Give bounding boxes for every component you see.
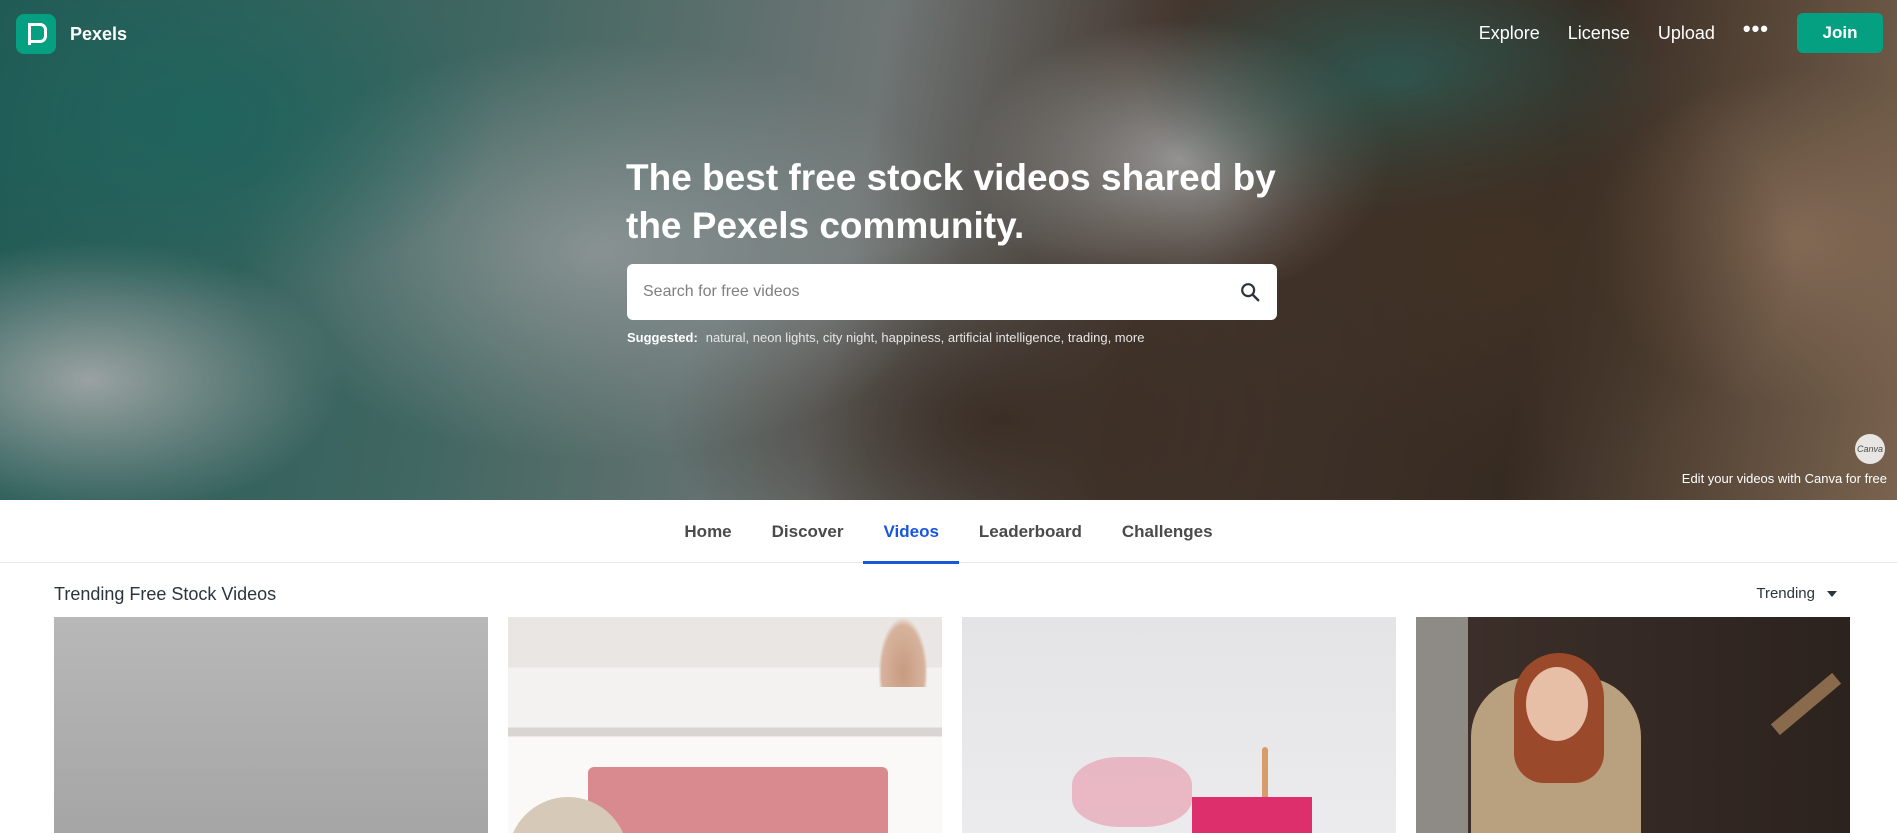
video-thumbnail[interactable] [962,617,1396,833]
thumbnail-detail [588,767,888,833]
video-thumbnail[interactable] [54,617,488,833]
top-navigation: Pexels Explore License Upload ••• Join [0,0,1897,68]
chevron-down-icon [1827,590,1837,597]
thumbnail-detail [878,617,928,687]
tab-challenges[interactable]: Challenges [1102,500,1233,563]
thumbnail-detail [1072,757,1192,827]
canva-caption[interactable]: Edit your videos with Canva for free [1682,471,1887,486]
search-icon[interactable] [1239,281,1261,303]
thumbnail-detail [1192,797,1312,833]
nav-links: Explore License Upload ••• Join [1479,13,1883,53]
brand-name: Pexels [70,23,128,44]
more-horizontal-icon[interactable]: ••• [1743,16,1769,42]
suggested-list[interactable]: natural, neon lights, city night, happin… [706,330,1145,345]
video-grid [54,617,1850,833]
tab-leaderboard[interactable]: Leaderboard [959,500,1102,563]
suggested-label: Suggested: [627,330,698,345]
search-bar [627,264,1277,320]
sort-dropdown[interactable]: Trending [1756,585,1837,602]
suggested-searches: Suggested: natural, neon lights, city ni… [627,330,1144,345]
hero-overlay [0,0,1897,500]
video-thumbnail[interactable] [508,617,942,833]
sort-label: Trending [1756,585,1815,602]
hero-banner: Pexels Explore License Upload ••• Join T… [0,0,1897,500]
hero-title: The best free stock videos shared by the… [626,157,1276,246]
join-button[interactable]: Join [1797,13,1883,53]
nav-upload[interactable]: Upload [1658,23,1715,44]
canva-logo-icon[interactable]: Canva [1855,434,1885,464]
logo[interactable]: Pexels [16,14,127,54]
nav-license[interactable]: License [1568,23,1630,44]
search-input[interactable] [643,264,1223,320]
section-title: Trending Free Stock Videos [54,584,277,604]
thumbnail-detail [1770,672,1842,736]
thumbnail-detail [1526,667,1588,741]
video-thumbnail[interactable] [1416,617,1850,833]
tab-home[interactable]: Home [664,500,751,563]
tab-discover[interactable]: Discover [752,500,864,563]
nav-explore[interactable]: Explore [1479,23,1540,44]
pexels-logo-icon [16,14,56,54]
section-tabs: Home Discover Videos Leaderboard Challen… [0,500,1897,564]
tab-videos[interactable]: Videos [863,500,960,564]
